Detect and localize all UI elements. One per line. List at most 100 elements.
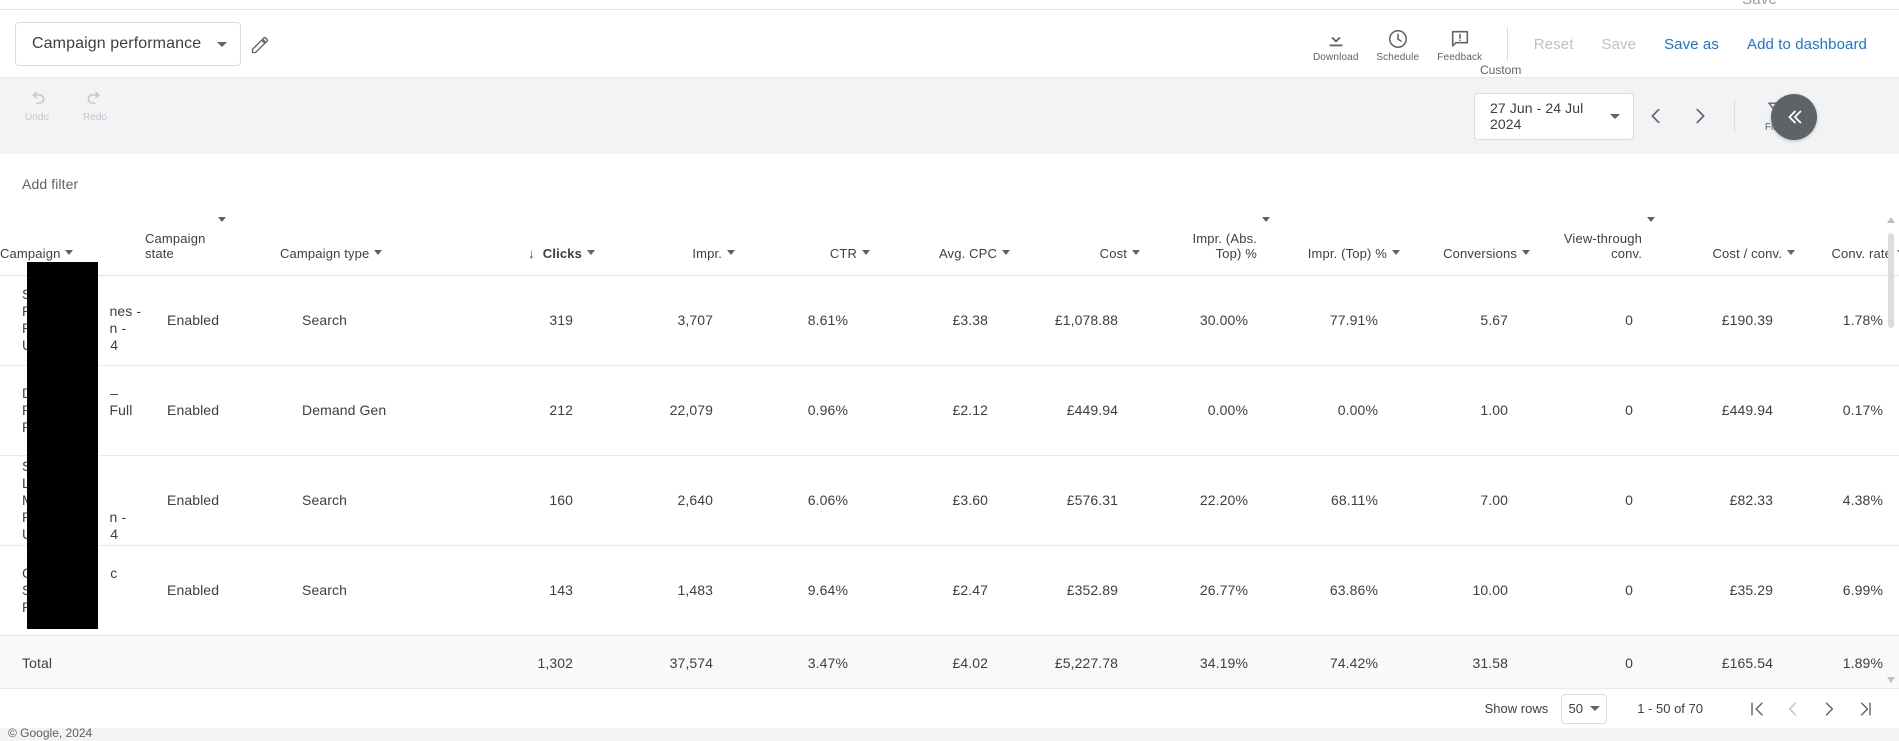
- table-row[interactable]: S L M Pn - U4 Enabled Search 160 2,640 6…: [0, 455, 1899, 546]
- col-header-view-through-conv[interactable]: View-through conv.: [1530, 213, 1655, 276]
- scrollbar-thumb[interactable]: [1888, 233, 1894, 328]
- col-header-impr[interactable]: Impr.: [595, 213, 735, 276]
- feedback-label: Feedback: [1437, 51, 1483, 63]
- add-filter-button[interactable]: Add filter: [22, 176, 78, 192]
- cell-ctr: 0.96%: [735, 365, 870, 456]
- last-page-button[interactable]: [1847, 692, 1883, 726]
- download-button[interactable]: Download: [1305, 26, 1367, 63]
- col-header-conv-rate[interactable]: Conv. rate: [1795, 213, 1899, 276]
- first-page-button[interactable]: [1739, 692, 1775, 726]
- col-header-ctr[interactable]: CTR: [735, 213, 870, 276]
- cell-conversions: 10.00: [1400, 545, 1530, 636]
- col-header-cost[interactable]: Cost: [1010, 213, 1140, 276]
- toolbar-secondary: Undo Redo Custom 27 Jun - 24 Jul 2024: [0, 63, 1899, 153]
- redo-label: Redo: [83, 112, 107, 123]
- col-header-campaign-state[interactable]: Campaign state: [145, 213, 280, 276]
- date-range-picker[interactable]: 27 Jun - 24 Jul 2024: [1474, 92, 1634, 140]
- cell-campaign-state: Enabled: [145, 455, 280, 546]
- pencil-icon[interactable]: [250, 35, 270, 55]
- cell-campaign-type: Search: [280, 275, 455, 366]
- cell-view-through-conv: 0: [1530, 545, 1655, 636]
- add-to-dashboard-button[interactable]: Add to dashboard: [1733, 36, 1881, 53]
- cell-cost-per-conv: £82.33: [1655, 455, 1795, 546]
- chevron-down-icon: [1392, 249, 1400, 255]
- rows-per-page-select[interactable]: 50: [1561, 693, 1608, 724]
- chevron-down-icon: [1589, 706, 1600, 711]
- date-range-field: Custom 27 Jun - 24 Jul 2024: [1474, 63, 1634, 140]
- cell-conv-rate: 4.38%: [1795, 455, 1899, 546]
- next-page-button[interactable]: [1811, 692, 1847, 726]
- cell-campaign-type: Search: [280, 545, 455, 636]
- chevron-down-icon: [1132, 249, 1140, 255]
- cell-ctr: 6.06%: [735, 455, 870, 546]
- chevron-down-icon: [862, 249, 870, 255]
- table-row[interactable]: Cc S P Enabled Search 143 1,483 9.64% £2…: [0, 545, 1899, 636]
- previous-page-button[interactable]: [1775, 692, 1811, 726]
- undo-label: Undo: [25, 112, 49, 123]
- col-header-impr-abs-top[interactable]: Impr. (Abs. Top) %: [1140, 213, 1270, 276]
- previous-period-button[interactable]: [1634, 94, 1678, 138]
- col-header-conversions[interactable]: Conversions: [1400, 213, 1530, 276]
- col-header-impr-top-label: Impr. (Top) %: [1307, 245, 1387, 261]
- col-header-cost-per-conv[interactable]: Cost / conv.: [1655, 213, 1795, 276]
- data-grid: Campaign Campaign state Campaign type ↓ C…: [0, 213, 1899, 688]
- cell-view-through-conv: 0: [1530, 365, 1655, 456]
- col-header-clicks[interactable]: ↓ Clicks: [455, 213, 595, 276]
- sort-descending-icon: ↓: [528, 245, 535, 261]
- col-header-campaign-type[interactable]: Campaign type: [280, 213, 455, 276]
- cell-impr-abs-top: 26.77%: [1140, 545, 1270, 636]
- col-header-impr-top[interactable]: Impr. (Top) %: [1270, 213, 1400, 276]
- schedule-label: Schedule: [1376, 51, 1420, 63]
- report-name-selector[interactable]: Campaign performance: [15, 22, 242, 66]
- scroll-down-icon[interactable]: [1887, 677, 1895, 683]
- next-period-button[interactable]: [1678, 94, 1722, 138]
- cell-impr-top: 63.86%: [1270, 545, 1400, 636]
- cell-clicks: 143: [455, 545, 595, 636]
- cell-avg-cpc: £2.12: [870, 365, 1010, 456]
- cell-impr: 22,079: [595, 365, 735, 456]
- schedule-button[interactable]: Schedule: [1367, 26, 1429, 63]
- chevron-down-icon: [1647, 216, 1655, 222]
- table-header-row: Campaign Campaign state Campaign type ↓ C…: [0, 213, 1899, 276]
- cell-cost: £576.31: [1010, 455, 1140, 546]
- cell-avg-cpc: £3.60: [870, 455, 1010, 546]
- cell-clicks: 319: [455, 275, 595, 366]
- chevron-down-icon: [218, 216, 226, 222]
- header-actions: Download Schedule Feedback Reset Save Sa…: [1305, 10, 1899, 78]
- chevron-down-icon: [1002, 249, 1010, 255]
- cell-campaign-state: Enabled: [145, 275, 280, 366]
- chevron-down-icon: [1610, 113, 1620, 119]
- undo-redo-group: Undo Redo: [8, 89, 124, 123]
- col-header-campaign-state-label: Campaign state: [145, 230, 206, 261]
- collapse-panel-button[interactable]: [1771, 94, 1817, 140]
- report-name-label: Campaign performance: [32, 35, 202, 52]
- redo-button[interactable]: Redo: [66, 89, 124, 123]
- col-header-conversions-label: Conversions: [1443, 245, 1517, 261]
- cell-total-impr: 37,574: [595, 635, 735, 688]
- col-header-impr-abs-top-label: Impr. (Abs. Top) %: [1192, 230, 1257, 261]
- scroll-up-icon[interactable]: [1887, 217, 1895, 223]
- col-header-impr-label: Impr.: [692, 245, 722, 261]
- cell-clicks: 160: [455, 455, 595, 546]
- chevron-down-icon: [217, 41, 228, 47]
- cell-total-conversions: 31.58: [1400, 635, 1530, 688]
- cell-total-cost-per-conv: £165.54: [1655, 635, 1795, 688]
- cell-avg-cpc: £2.47: [870, 545, 1010, 636]
- feedback-button[interactable]: Feedback: [1429, 26, 1491, 63]
- table-vertical-scrollbar[interactable]: [1885, 215, 1897, 685]
- table-body: S Pnes - Pn - U4 Enabled Search 319 3,70…: [0, 275, 1899, 688]
- col-header-avg-cpc[interactable]: Avg. CPC: [870, 213, 1010, 276]
- cell-total-conv-rate: 1.89%: [1795, 635, 1899, 688]
- cell-avg-cpc: £3.38: [870, 275, 1010, 366]
- save-as-button[interactable]: Save as: [1650, 36, 1733, 53]
- col-header-clicks-label: Clicks: [542, 245, 582, 261]
- save-button[interactable]: Save: [1587, 36, 1650, 53]
- page-footer: © Google, 2024: [0, 728, 1899, 741]
- undo-button[interactable]: Undo: [8, 89, 66, 123]
- table-row[interactable]: D– PFull P Enabled Demand Gen 212 22,079…: [0, 365, 1899, 456]
- table-row[interactable]: S Pnes - Pn - U4 Enabled Search 319 3,70…: [0, 275, 1899, 366]
- cell-conversions: 5.67: [1400, 275, 1530, 366]
- cell-total-label: Total: [0, 635, 145, 688]
- cell-conv-rate: 1.78%: [1795, 275, 1899, 366]
- reset-button[interactable]: Reset: [1520, 36, 1588, 53]
